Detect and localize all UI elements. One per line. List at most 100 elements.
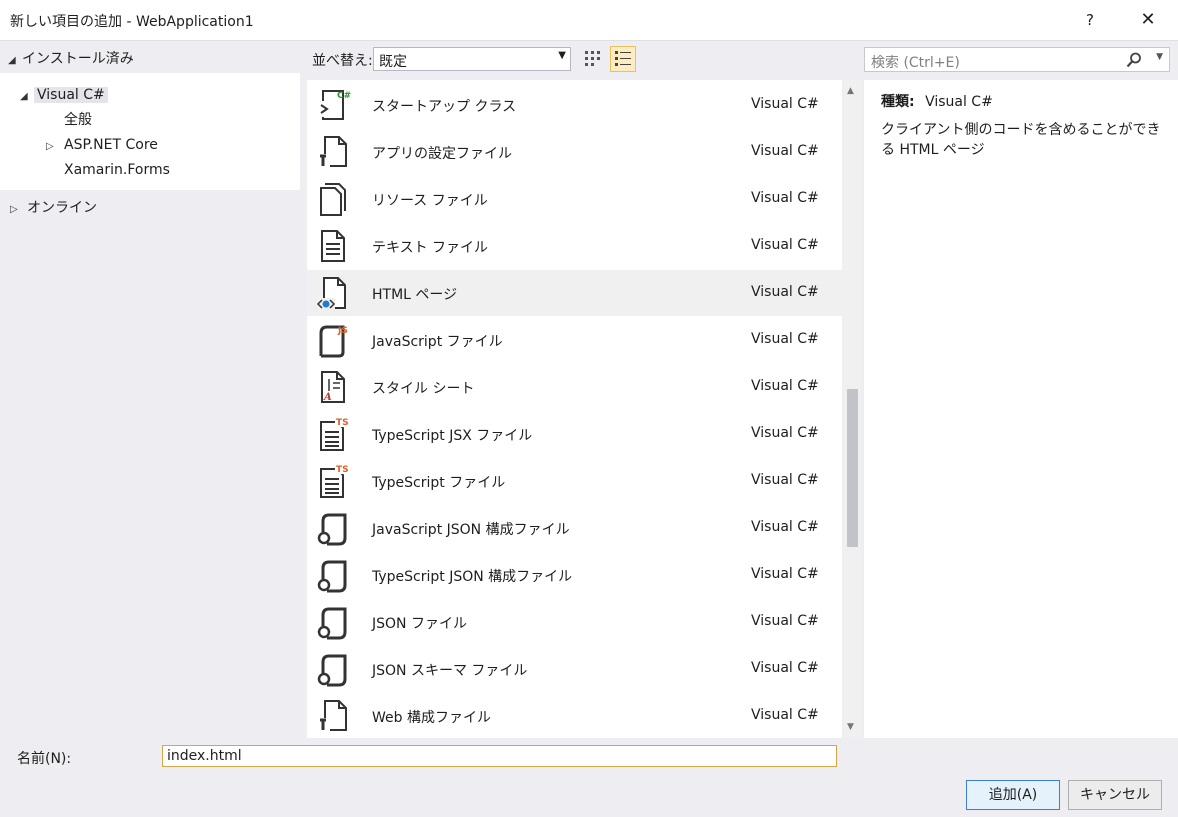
template-name: JavaScript JSON 構成ファイル [372, 522, 570, 538]
template-item-resource-file[interactable]: リソース ファイル Visual C# [307, 176, 842, 222]
template-list-scrollbar[interactable]: ▲ ▼ [843, 80, 861, 738]
template-name: テキスト ファイル [372, 240, 489, 256]
template-language: Visual C# [751, 660, 819, 676]
details-pane: 種類: Visual C# クライアント側のコードを含めることができる HTML… [864, 80, 1178, 738]
sort-label: 並べ替え: [312, 53, 373, 69]
template-list: C# スタートアップ クラス Visual C# アプリの設定ファイル Visu… [307, 80, 842, 738]
template-name: JavaScript ファイル [372, 334, 503, 350]
template-name: アプリの設定ファイル [372, 146, 512, 162]
title-bar: 新しい項目の追加 - WebApplication1 ? ✕ [0, 0, 1178, 41]
template-language: Visual C# [751, 143, 819, 159]
template-item-startup-class[interactable]: C# スタートアップ クラス Visual C# [307, 82, 842, 128]
html-page-icon [316, 277, 346, 310]
template-language: Visual C# [751, 331, 819, 347]
template-name: TypeScript JSON 構成ファイル [372, 569, 573, 585]
template-name: JSON スキーマ ファイル [372, 663, 528, 679]
close-button[interactable]: ✕ [1128, 8, 1168, 32]
json-schema-icon [317, 654, 347, 687]
svg-text:JS: JS [337, 326, 348, 336]
tree-label-aspnet-core: ASP.NET Core [64, 137, 158, 153]
tree-node-online[interactable]: ▷ オンライン [10, 197, 97, 219]
svg-text:TS: TS [336, 465, 349, 475]
template-language: Visual C# [751, 519, 819, 535]
js-json-config-icon [317, 513, 347, 546]
name-label: 名前(N): [17, 751, 72, 767]
search-options-chevron-icon[interactable]: ▼ [1156, 52, 1163, 62]
list-view-button[interactable] [610, 46, 636, 72]
svg-text:TS: TS [336, 418, 349, 428]
template-item-stylesheet[interactable]: A スタイル シート Visual C# [307, 364, 842, 410]
tree-label-installed: インストール済み [22, 51, 134, 67]
template-item-js-json-config[interactable]: JavaScript JSON 構成ファイル Visual C# [307, 505, 842, 551]
template-name: JSON ファイル [372, 616, 467, 632]
tree-label-general: 全般 [64, 112, 92, 128]
detail-type-label: 種類: [881, 94, 915, 110]
tree-node-aspnet-core[interactable]: ▷ ASP.NET Core [46, 134, 158, 156]
tree-node-visual-csharp[interactable]: ◢ Visual C# [20, 84, 108, 106]
search-placeholder: 検索 (Ctrl+E) [871, 55, 960, 71]
template-item-typescript-file[interactable]: TS TypeScript ファイル Visual C# [307, 458, 842, 504]
tree-label-xamarin-forms: Xamarin.Forms [64, 162, 170, 178]
collapsed-triangle-icon: ▷ [10, 204, 18, 215]
template-language: Visual C# [751, 378, 819, 394]
typescript-file-icon: TS [320, 463, 350, 498]
search-input[interactable]: 検索 (Ctrl+E) ▼ [864, 47, 1170, 72]
collapsed-triangle-icon: ▷ [46, 141, 54, 152]
template-item-text-file[interactable]: テキスト ファイル Visual C# [307, 223, 842, 269]
list-view-icon [615, 51, 631, 66]
sort-value: 既定 [379, 54, 407, 70]
text-file-icon [321, 230, 345, 262]
template-name: スタートアップ クラス [372, 99, 517, 115]
template-language: Visual C# [751, 237, 819, 253]
json-file-icon [317, 607, 347, 640]
template-item-json-file[interactable]: JSON ファイル Visual C# [307, 599, 842, 645]
scrollbar-thumb[interactable] [847, 389, 858, 547]
javascript-file-icon: JS [319, 325, 348, 358]
small-icons-view-button[interactable] [580, 46, 606, 72]
template-name: TypeScript JSX ファイル [372, 428, 533, 444]
template-item-typescript-jsx[interactable]: TS TypeScript JSX ファイル Visual C# [307, 411, 842, 457]
template-item-ts-json-config[interactable]: TypeScript JSON 構成ファイル Visual C# [307, 552, 842, 598]
template-item-html-page[interactable]: HTML ページ Visual C# [307, 270, 842, 316]
template-item-javascript-file[interactable]: JS JavaScript ファイル Visual C# [307, 317, 842, 363]
expanded-triangle-icon: ◢ [8, 55, 16, 66]
detail-description: クライアント側のコードを含めることができる HTML ページ [881, 122, 1161, 158]
detail-type-value: Visual C# [925, 94, 993, 110]
startup-class-icon: C# [319, 90, 351, 120]
tree-node-general[interactable]: 全般 [64, 109, 92, 131]
add-button[interactable]: 追加(A) [966, 780, 1060, 810]
template-name: HTML ページ [372, 287, 458, 303]
help-button[interactable]: ? [1070, 8, 1110, 32]
svg-text:A: A [323, 392, 332, 403]
cancel-button[interactable]: キャンセル [1068, 780, 1162, 810]
web-config-icon [318, 700, 347, 732]
template-language: Visual C# [751, 190, 819, 206]
svg-text:C#: C# [337, 91, 351, 101]
sort-dropdown[interactable]: 既定 ▼ [373, 47, 571, 71]
scroll-up-arrow-icon[interactable]: ▲ [847, 86, 854, 96]
ts-json-config-icon [317, 560, 347, 593]
template-language: Visual C# [751, 613, 819, 629]
tree-label-visual-csharp: Visual C# [34, 87, 108, 103]
template-language: Visual C# [751, 472, 819, 488]
detail-type: 種類: Visual C# [881, 91, 993, 111]
scroll-down-arrow-icon[interactable]: ▼ [847, 722, 854, 732]
stylesheet-icon: A [321, 371, 345, 403]
template-name: Web 構成ファイル [372, 710, 491, 726]
tree-node-xamarin-forms[interactable]: Xamarin.Forms [64, 159, 170, 181]
template-item-json-schema[interactable]: JSON スキーマ ファイル Visual C# [307, 646, 842, 692]
template-language: Visual C# [751, 707, 819, 723]
template-name: リソース ファイル [372, 193, 488, 209]
small-icons-grid-icon [585, 51, 600, 66]
template-item-web-config[interactable]: Web 構成ファイル Visual C# [307, 693, 842, 738]
name-input[interactable] [162, 745, 837, 767]
template-tree: ◢ Visual C# 全般 ▷ ASP.NET Core Xamarin.Form… [0, 73, 300, 190]
resource-file-icon [320, 183, 346, 216]
template-language: Visual C# [751, 96, 819, 112]
typescript-jsx-icon: TS [320, 416, 350, 451]
tree-label-online: オンライン [27, 200, 97, 216]
template-item-app-settings[interactable]: アプリの設定ファイル Visual C# [307, 129, 842, 175]
template-name: スタイル シート [372, 381, 475, 397]
search-icon[interactable] [1125, 51, 1143, 69]
tree-node-installed[interactable]: ◢ インストール済み [8, 48, 134, 68]
